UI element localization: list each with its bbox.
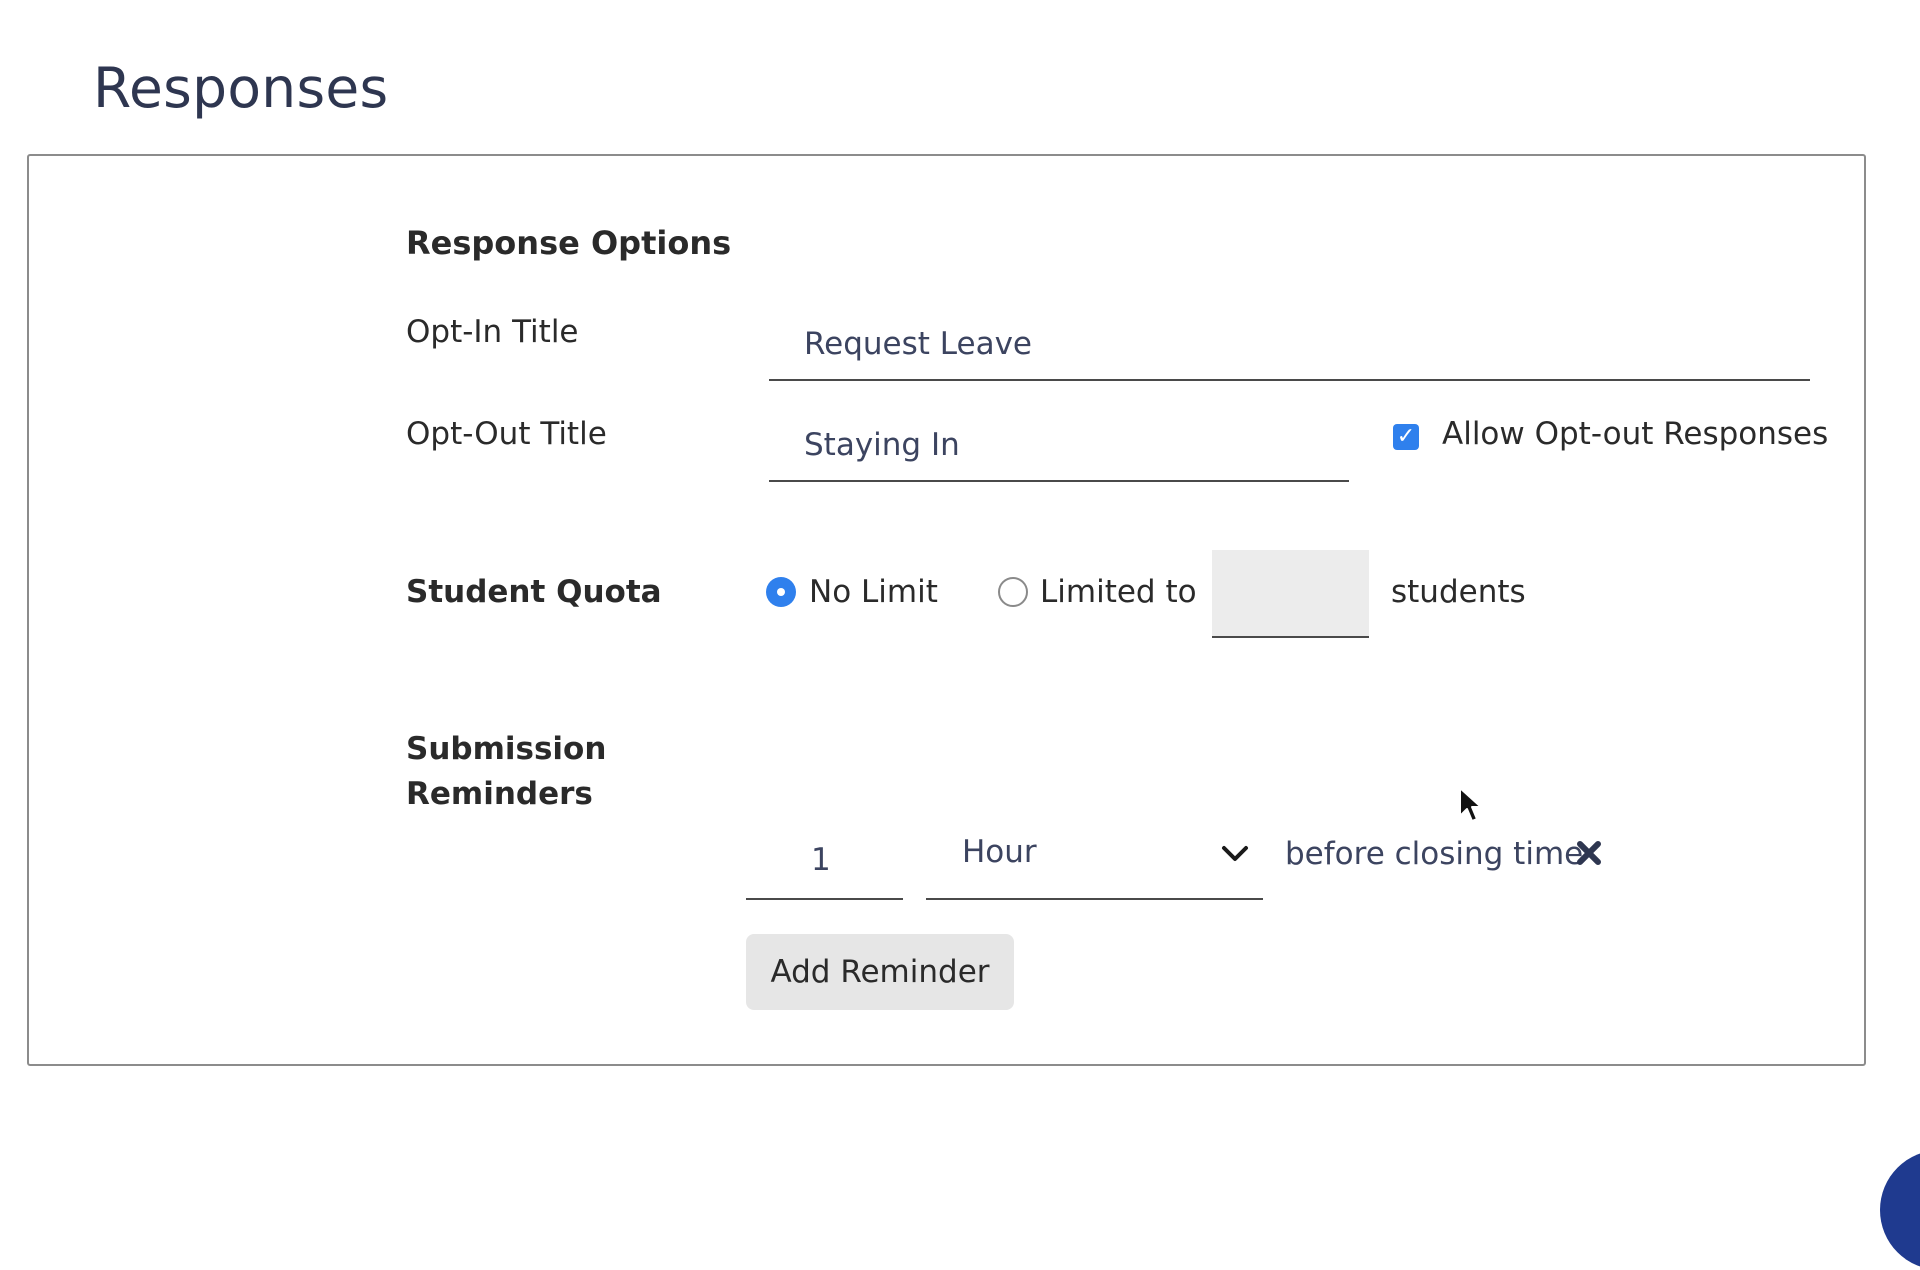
quota-limit-input[interactable]	[1212, 550, 1369, 638]
opt-in-title-input[interactable]	[769, 308, 1810, 381]
section-heading-response-options: Response Options	[406, 224, 732, 262]
opt-out-title-label: Opt-Out Title	[406, 416, 607, 452]
opt-in-title-label: Opt-In Title	[406, 314, 579, 350]
limited-to-label: Limited to	[1040, 574, 1197, 610]
reminder-unit-select[interactable]: Hour	[926, 822, 1263, 900]
page-title: Responses	[93, 56, 389, 120]
opt-out-title-input[interactable]	[769, 409, 1349, 482]
reminder-suffix-label: before closing time	[1285, 836, 1584, 872]
reminder-unit-value: Hour	[962, 834, 1037, 870]
student-quota-label: Student Quota	[406, 574, 662, 610]
no-limit-label: No Limit	[809, 574, 938, 610]
mouse-cursor-icon	[1459, 787, 1482, 822]
students-suffix-label: students	[1391, 574, 1526, 610]
submission-reminders-label-line2: Reminders	[406, 776, 593, 812]
add-reminder-button[interactable]: Add Reminder	[746, 934, 1014, 1010]
reminder-amount-input[interactable]	[746, 822, 903, 900]
check-icon: ✓	[1396, 424, 1416, 449]
allow-opt-out-checkbox[interactable]: ✓	[1393, 424, 1419, 450]
close-icon[interactable]	[1576, 840, 1602, 866]
allow-opt-out-label: Allow Opt-out Responses	[1442, 416, 1829, 452]
no-limit-radio[interactable]	[766, 577, 796, 607]
floating-help-button[interactable]	[1880, 1150, 1920, 1270]
chevron-down-icon	[1222, 846, 1248, 861]
response-options-panel	[27, 154, 1866, 1066]
limited-to-radio[interactable]	[998, 577, 1028, 607]
submission-reminders-label-line1: Submission	[406, 731, 607, 767]
